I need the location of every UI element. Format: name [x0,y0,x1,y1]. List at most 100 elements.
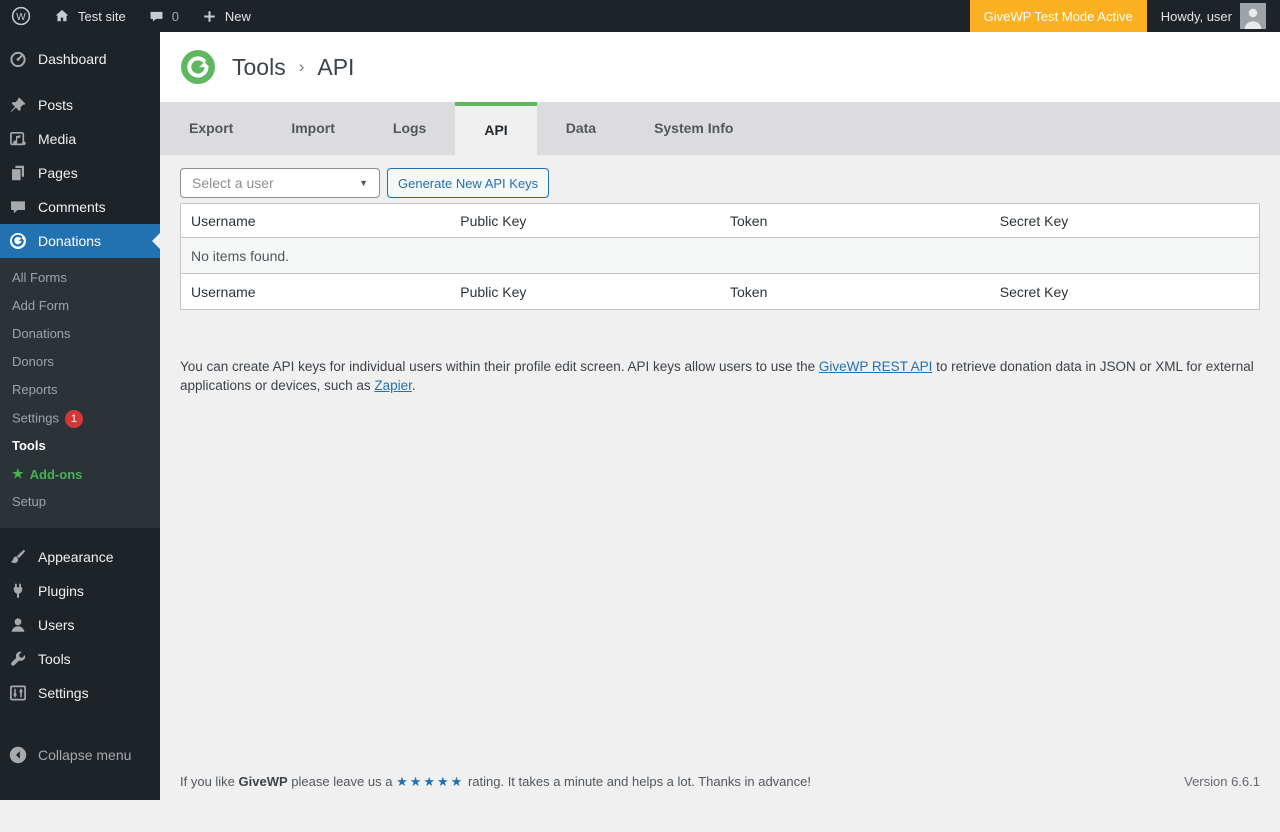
column-footer-public-key: Public Key [450,274,720,310]
sidebar-label: Tools [38,651,71,667]
column-footer-token: Token [720,274,990,310]
donations-submenu: All Forms Add Form Donations Donors Repo… [0,258,160,528]
user-select[interactable]: Select a user ▼ [180,168,380,198]
sidebar-item-dashboard[interactable]: Dashboard [0,42,160,76]
new-label: New [225,9,251,24]
sidebar-label: Dashboard [38,51,107,67]
sidebar-label: Users [38,617,75,633]
sidebar-item-posts[interactable]: Posts [0,88,160,122]
collapse-menu-button[interactable]: Collapse menu [0,738,160,772]
footer-text: If you like [180,774,239,789]
site-name-link[interactable]: Test site [42,0,137,32]
wordpress-icon: W [11,6,31,26]
sidebar-label: Posts [38,97,73,113]
sidebar-label: Settings [38,685,89,701]
submenu-item-donors[interactable]: Donors [0,348,160,376]
givewp-test-mode-badge[interactable]: GiveWP Test Mode Active [970,0,1147,32]
footer-text: rating. It takes a minute and helps a lo… [464,774,811,789]
tab-import[interactable]: Import [262,102,364,155]
sidebar-label: Pages [38,165,78,181]
column-header-token: Token [720,204,990,238]
rating-request: If you like GiveWP please leave us a ★★★… [180,774,811,790]
submenu-label: Settings [12,410,59,425]
plus-icon [201,8,218,25]
howdy-label: Howdy, user [1161,9,1232,24]
breadcrumb-parent: Tools [232,54,286,81]
five-star-rating-link[interactable]: ★★★★★ [396,774,464,789]
active-menu-arrow [144,233,160,249]
description-text: . [412,378,416,393]
tab-api[interactable]: API [455,102,536,155]
submenu-item-reports[interactable]: Reports [0,376,160,404]
tab-data[interactable]: Data [537,102,625,155]
footer-text: please leave us a [288,774,396,789]
tab-export[interactable]: Export [160,102,262,155]
column-footer-secret-key: Secret Key [990,274,1260,310]
givewp-logo [180,49,216,85]
wordpress-logo-menu[interactable]: W [0,0,42,32]
sidebar-label: Comments [38,199,106,215]
submenu-item-setup[interactable]: Setup [0,488,160,516]
tools-tab-bar: Export Import Logs API Data System Info [160,102,1280,155]
media-icon [8,129,28,149]
submenu-item-donations[interactable]: Donations [0,320,160,348]
sidebar-item-media[interactable]: Media [0,122,160,156]
sidebar-item-comments[interactable]: Comments [0,190,160,224]
page-title: Tools › API [232,54,354,81]
breadcrumb-current: API [317,54,354,81]
sidebar-label: Collapse menu [38,747,131,763]
zapier-link[interactable]: Zapier [374,378,412,393]
version-label: Version 6.6.1 [1184,774,1260,789]
submenu-label: Donations [12,326,71,341]
api-controls: Select a user ▼ Generate New API Keys [180,168,1260,198]
admin-sidebar: Dashboard Posts Media Pages [0,32,160,800]
account-menu[interactable]: Howdy, user [1147,0,1280,32]
submenu-label: Add-ons [30,467,83,482]
tab-logs[interactable]: Logs [364,102,455,155]
page-header: Tools › API [160,32,1280,102]
sidebar-label: Plugins [38,583,84,599]
submenu-item-all-forms[interactable]: All Forms [0,264,160,292]
sidebar-label: Media [38,131,76,147]
sidebar-label: Appearance [38,549,114,565]
column-header-public-key: Public Key [450,204,720,238]
user-icon [8,615,28,635]
sidebar-item-tools[interactable]: Tools [0,642,160,676]
submenu-label: Tools [12,438,46,453]
givewp-icon [8,231,28,251]
submenu-item-addons[interactable]: ★ Add-ons [0,460,160,488]
dashboard-icon [8,49,28,69]
brand-name: GiveWP [239,774,288,789]
submenu-item-settings[interactable]: Settings1 [0,404,160,432]
generate-api-keys-button[interactable]: Generate New API Keys [387,168,549,198]
submenu-label: All Forms [12,270,67,285]
sidebar-item-donations[interactable]: Donations [0,224,160,258]
new-content-link[interactable]: New [190,0,262,32]
column-header-username: Username [181,204,451,238]
wrench-icon [8,649,28,669]
sidebar-item-appearance[interactable]: Appearance [0,540,160,574]
content-area: Tools › API Export Import Logs API Data … [160,32,1280,800]
description-text: You can create API keys for individual u… [180,359,819,374]
comments-icon [8,197,28,217]
comments-link[interactable]: 0 [137,0,190,32]
submenu-item-tools[interactable]: Tools [0,432,160,460]
sidebar-item-pages[interactable]: Pages [0,156,160,190]
api-panel: Select a user ▼ Generate New API Keys Us… [160,155,1280,396]
pushpin-icon [8,95,28,115]
tab-system-info[interactable]: System Info [625,102,762,155]
rest-api-link[interactable]: GiveWP REST API [819,359,933,374]
chevron-down-icon: ▼ [359,178,368,188]
sidebar-item-plugins[interactable]: Plugins [0,574,160,608]
sidebar-item-settings[interactable]: Settings [0,676,160,710]
table-header-row: Username Public Key Token Secret Key [181,204,1260,238]
comment-bubble-icon [148,8,165,25]
avatar [1240,3,1266,29]
submenu-label: Donors [12,354,54,369]
admin-bar: W Test site 0 New GiveWP Test Mode Activ… [0,0,1280,32]
sidebar-item-users[interactable]: Users [0,608,160,642]
page-footer: If you like GiveWP please leave us a ★★★… [180,774,1260,790]
star-icon: ★ [12,466,24,482]
submenu-item-add-form[interactable]: Add Form [0,292,160,320]
sidebar-label: Donations [38,233,101,249]
